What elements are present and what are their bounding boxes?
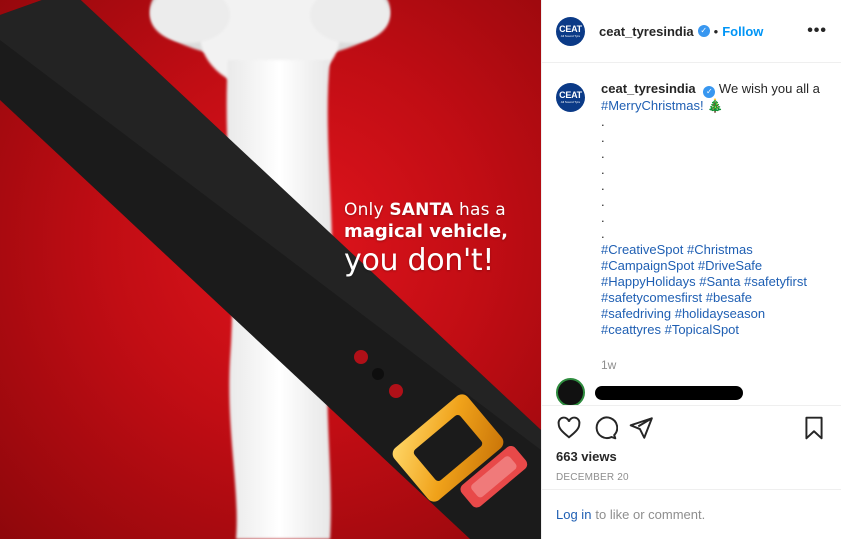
- dot-line: .: [601, 146, 605, 161]
- caption-avatar[interactable]: CEAT All Sound Tyre: [556, 83, 585, 112]
- instagram-post-view: Only SANTA has a magical vehicle, you do…: [0, 0, 841, 539]
- image-headline: Only SANTA has a magical vehicle, you do…: [344, 200, 509, 278]
- comment-item: [556, 378, 827, 405]
- headline-line-1: Only SANTA has a: [344, 200, 506, 220]
- hashtag-line[interactable]: #HappyHolidays #Santa #safetyfirst: [601, 274, 826, 290]
- belt-hole-1: [354, 350, 368, 364]
- hashtag-line[interactable]: #CreativeSpot #Christmas: [601, 242, 826, 258]
- caption-text: ceat_tyresindia ✓ We wish you all a #Mer…: [601, 81, 826, 338]
- verified-badge-icon: ✓: [697, 25, 710, 37]
- avatar-tagline: All Sound Tyre: [560, 33, 581, 38]
- hashtag-line[interactable]: #safedriving #holidayseason: [601, 306, 826, 322]
- post-side-panel: CEAT All Sound Tyre ceat_tyresindia ✓ • …: [541, 0, 841, 539]
- more-options-icon[interactable]: •••: [807, 22, 827, 40]
- login-suffix: to like or comment.: [595, 507, 706, 522]
- christmas-tree-icon: 🎄: [707, 98, 724, 113]
- hashtag-line[interactable]: #ceattyres #TopicalSpot: [601, 322, 826, 338]
- login-prompt: Log in to like or comment.: [542, 489, 841, 539]
- hashtag-line[interactable]: #CampaignSpot #DriveSafe: [601, 258, 826, 274]
- dot-line: .: [601, 178, 605, 193]
- heart-icon[interactable]: [556, 415, 582, 441]
- redacted-comment: [595, 385, 743, 400]
- avatar-logo-text: CEAT: [559, 23, 582, 34]
- caption-timestamp: 1w: [601, 358, 617, 372]
- comments-section[interactable]: CEAT All Sound Tyre ceat_tyresindia ✓ We…: [542, 63, 841, 405]
- dot-line: .: [601, 130, 605, 145]
- avatar-tagline: All Sound Tyre: [560, 100, 581, 104]
- header-separator: •: [713, 23, 719, 39]
- avatar-logo-text: CEAT: [559, 90, 582, 100]
- headline-line-2: magical vehicle,: [344, 220, 509, 242]
- caption-body: We wish you all a: [718, 81, 820, 96]
- views-count[interactable]: 663 views: [542, 449, 841, 464]
- belt-hole-2: [372, 368, 384, 380]
- action-bar: [542, 405, 841, 449]
- headline-line-3: you don't!: [344, 242, 495, 278]
- caption-row: CEAT All Sound Tyre ceat_tyresindia ✓ We…: [556, 81, 827, 338]
- dot-line: .: [601, 194, 605, 209]
- login-link[interactable]: Log in: [556, 507, 591, 522]
- belt-hole-3: [389, 384, 403, 398]
- dot-line: .: [601, 162, 605, 177]
- bookmark-icon[interactable]: [801, 415, 827, 441]
- post-header: CEAT All Sound Tyre ceat_tyresindia ✓ • …: [542, 0, 841, 63]
- comment-icon[interactable]: [592, 415, 618, 441]
- caption-username[interactable]: ceat_tyresindia: [601, 81, 696, 96]
- share-icon[interactable]: [628, 415, 654, 441]
- dot-line: .: [601, 210, 605, 225]
- commenter-avatar[interactable]: [556, 378, 585, 405]
- caption-dots: . . . . . . . .: [601, 114, 826, 242]
- profile-avatar[interactable]: CEAT All Sound Tyre: [556, 16, 585, 46]
- hashtag-line[interactable]: #safetycomesfirst #besafe: [601, 290, 826, 306]
- post-date: DECEMBER 20: [556, 472, 629, 483]
- post-image[interactable]: Only SANTA has a magical vehicle, you do…: [0, 0, 541, 539]
- header-username[interactable]: ceat_tyresindia: [599, 24, 694, 39]
- hashtag-link[interactable]: #MerryChristmas!: [601, 98, 704, 113]
- verified-badge-icon: ✓: [703, 86, 716, 98]
- dot-line: .: [601, 226, 605, 241]
- dot-line: .: [601, 114, 605, 129]
- follow-button[interactable]: Follow: [722, 24, 763, 39]
